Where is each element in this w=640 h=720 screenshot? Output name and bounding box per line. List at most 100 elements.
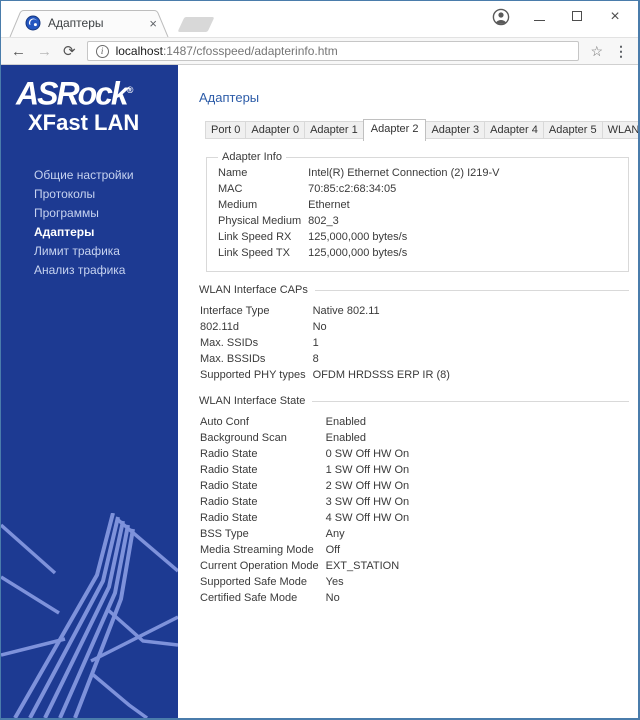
adapter-tabs: Port 0 Adapter 0 Adapter 1 Adapter 2 Ada… — [205, 119, 638, 141]
info-label: Name — [218, 167, 248, 179]
info-row: Interface Type Native 802.11 — [200, 303, 450, 319]
minimize-button[interactable] — [528, 8, 550, 26]
sidebar: ASRock® XFast LAN Общие настройки Проток… — [1, 65, 178, 718]
wlan-caps-table: Interface Type Native 802.11 802.11d No … — [200, 303, 450, 383]
info-label: Max. SSIDs — [200, 337, 259, 349]
info-label: 802.11d — [200, 321, 239, 333]
sidebar-menu-item[interactable]: Адаптеры — [1, 223, 178, 242]
info-row: Radio State 1 SW Off HW On — [200, 462, 409, 478]
info-value: EXT_STATION — [325, 560, 400, 572]
adapter-tab[interactable]: Adapter 1 — [304, 121, 364, 139]
info-row: 802.11d No — [200, 319, 450, 335]
url-host: localhost — [115, 44, 163, 58]
info-label: Radio State — [200, 464, 258, 476]
maximize-button[interactable] — [566, 8, 588, 26]
info-row: Max. BSSIDs 8 — [200, 351, 450, 367]
section-divider — [312, 400, 629, 402]
browser-tab[interactable]: Адаптеры × — [9, 10, 169, 37]
forward-icon[interactable]: → — [37, 44, 52, 59]
page-info-icon[interactable]: i — [95, 44, 109, 58]
address-bar[interactable]: i localhost:1487/cfosspeed/adapterinfo.h… — [86, 41, 580, 61]
section-divider — [314, 289, 629, 291]
tab-close-icon[interactable]: × — [149, 17, 157, 30]
info-label: Link Speed TX — [218, 247, 290, 259]
info-value: 1 — [312, 337, 319, 349]
adapter-tab[interactable]: Adapter 2 — [362, 119, 427, 141]
adapter-tab[interactable]: Adapter 4 — [484, 121, 544, 139]
profile-icon[interactable] — [492, 8, 510, 26]
url-text[interactable]: localhost:1487/cfosspeed/adapterinfo.htm — [116, 44, 338, 58]
sidebar-menu-item[interactable]: Лимит трафика — [1, 242, 178, 261]
info-value: 2 SW Off HW On — [325, 480, 410, 492]
info-row: Background Scan Enabled — [200, 430, 409, 446]
adapter-info-box: Adapter Info Name Intel(R) Ethernet Conn… — [206, 151, 629, 272]
info-label: Radio State — [200, 496, 258, 508]
info-label: MAC — [218, 183, 243, 195]
adapter-tab[interactable]: Port 0 — [205, 121, 247, 139]
product-name: XFast LAN — [28, 109, 140, 135]
info-row: Max. SSIDs 1 — [200, 335, 450, 351]
info-value: 802_3 — [308, 215, 339, 227]
wlan-state-header: WLAN Interface State — [199, 395, 629, 407]
info-label: BSS Type — [200, 528, 249, 540]
menu-dots-icon[interactable]: ⋮ — [614, 43, 628, 60]
adapter-tab[interactable]: Adapter 3 — [425, 121, 486, 139]
info-row: Link Speed RX 125,000,000 bytes/s — [218, 229, 500, 245]
info-label: Link Speed RX — [218, 231, 292, 243]
wlan-state-title: WLAN Interface State — [199, 395, 306, 407]
info-label: Background Scan — [200, 432, 287, 444]
info-label: Radio State — [200, 480, 258, 492]
new-tab-button[interactable] — [177, 17, 215, 32]
sidebar-menu: Общие настройки Протоколы Программы Адап… — [1, 166, 178, 280]
sidebar-menu-item[interactable]: Общие настройки — [1, 166, 178, 185]
info-value: 125,000,000 bytes/s — [308, 231, 408, 243]
info-label: Physical Medium — [218, 215, 302, 227]
close-button[interactable]: × — [604, 9, 626, 25]
info-value: No — [312, 321, 327, 333]
info-row: Radio State 0 SW Off HW On — [200, 446, 409, 462]
info-value: 1 SW Off HW On — [325, 464, 410, 476]
sidebar-menu-item[interactable]: Анализ трафика — [1, 261, 178, 280]
favicon-icon — [25, 15, 41, 31]
info-row: Name Intel(R) Ethernet Connection (2) I2… — [218, 165, 500, 181]
sidebar-menu-item[interactable]: Протоколы — [1, 185, 178, 204]
info-value: 4 SW Off HW On — [325, 512, 410, 524]
info-value: Yes — [325, 576, 344, 588]
info-row: Supported PHY types OFDM HRDSSS ERP IR (… — [200, 367, 450, 383]
info-row: BSS Type Any — [200, 526, 409, 542]
info-row: MAC 70:85:c2:68:34:05 — [218, 181, 500, 197]
info-value: No — [325, 592, 340, 604]
info-label: Media Streaming Mode — [200, 544, 314, 556]
adapter-tab[interactable]: Adapter 5 — [542, 121, 603, 139]
info-row: Medium Ethernet — [218, 197, 500, 213]
info-label: Radio State — [200, 448, 258, 460]
wlan-caps-title: WLAN Interface CAPs — [199, 284, 308, 296]
info-row: Link Speed TX 125,000,000 bytes/s — [218, 245, 500, 261]
info-row: Current Operation Mode EXT_STATION — [200, 558, 409, 574]
info-value: Any — [325, 528, 345, 540]
info-label: Medium — [218, 199, 258, 211]
back-icon[interactable]: ← — [11, 44, 26, 59]
title-bar: Адаптеры × × — [1, 1, 638, 37]
sidebar-menu-item[interactable]: Программы — [1, 204, 178, 223]
info-row: Physical Medium 802_3 — [218, 213, 500, 229]
refresh-icon[interactable]: ⟳ — [63, 44, 76, 59]
info-value: OFDM HRDSSS ERP IR (8) — [312, 369, 450, 381]
info-value: 3 SW Off HW On — [325, 496, 410, 508]
info-value: Off — [325, 544, 341, 556]
info-row: Certified Safe Mode No — [200, 590, 409, 606]
circuit-decoration — [1, 513, 178, 718]
bookmark-star-icon[interactable]: ☆ — [590, 43, 603, 60]
page-title: Адаптеры — [199, 90, 260, 105]
url-path: :1487/cfosspeed/adapterinfo.htm — [162, 44, 338, 58]
adapter-info-table: Name Intel(R) Ethernet Connection (2) I2… — [218, 165, 500, 261]
adapter-tab[interactable]: WLAN Interface 0 — [601, 121, 638, 139]
brand-text: ASRock — [16, 75, 129, 112]
adapter-tab[interactable]: Adapter 0 — [245, 121, 306, 139]
adapter-info-title: Adapter Info — [222, 151, 282, 163]
info-value: Enabled — [325, 432, 366, 444]
browser-window: Адаптеры × × ← → ⟳ i localhost:1487/cfos… — [0, 0, 640, 720]
info-value: 70:85:c2:68:34:05 — [308, 183, 397, 195]
info-row: Radio State 3 SW Off HW On — [200, 494, 409, 510]
asrock-logo: ASRock® XFast LAN — [1, 65, 178, 135]
